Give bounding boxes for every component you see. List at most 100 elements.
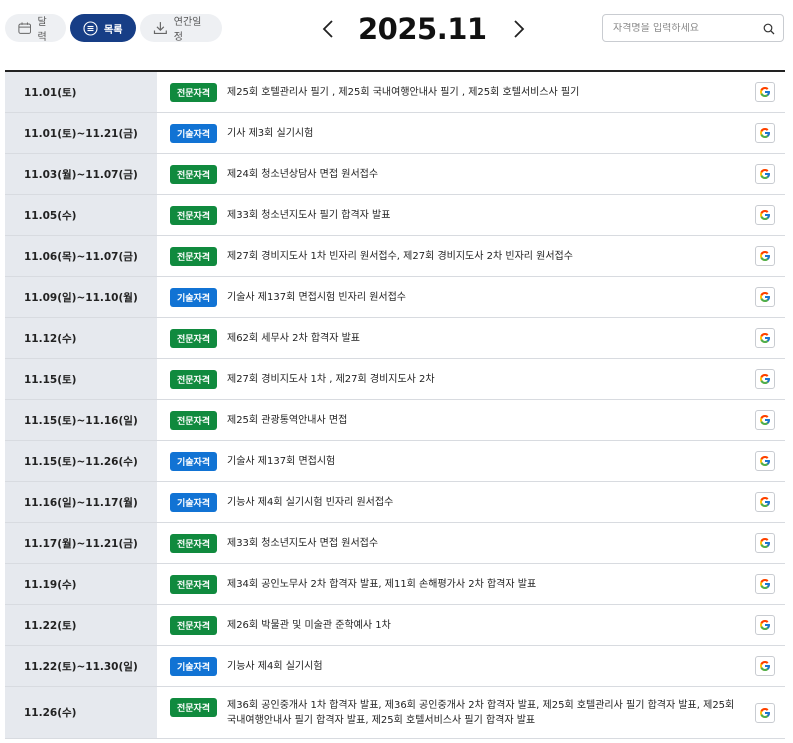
google-calendar-icon <box>760 661 770 671</box>
category-badge: 전문자격 <box>170 369 217 389</box>
google-calendar-icon <box>760 415 770 425</box>
row-date: 11.26(수) <box>5 687 157 738</box>
add-google-calendar-button[interactable] <box>755 451 775 471</box>
row-date: 11.05(수) <box>5 195 157 235</box>
category-badge: 전문자격 <box>170 533 217 553</box>
row-content: 기술자격 기능사 제4회 실기시험 <box>157 646 785 686</box>
month-navigation: 2025.11 <box>320 8 527 50</box>
search-box <box>602 14 784 42</box>
row-title[interactable]: 기술사 제137회 면접시험 <box>227 454 739 469</box>
row-title[interactable]: 제26회 박물관 및 미술관 준학예사 1차 <box>227 618 739 633</box>
table-row: 11.03(월)~11.07(금) 전문자격 제24회 청소년상담사 면접 원서접수 <box>5 154 785 195</box>
row-date: 11.16(일)~11.17(월) <box>5 482 157 522</box>
table-row: 11.15(토)~11.26(수) 기술자격 기술사 제137회 면접시험 <box>5 441 785 482</box>
list-icon <box>83 20 98 36</box>
add-google-calendar-button[interactable] <box>755 246 775 266</box>
search-input[interactable] <box>613 22 763 34</box>
row-title[interactable]: 제33회 청소년지도사 면접 원서접수 <box>227 536 739 551</box>
add-google-calendar-button[interactable] <box>755 702 775 723</box>
add-google-calendar-button[interactable] <box>755 656 775 676</box>
add-google-calendar-button[interactable] <box>755 205 775 225</box>
google-calendar-icon <box>760 87 770 97</box>
search-icon[interactable] <box>763 23 775 35</box>
add-google-calendar-button[interactable] <box>755 369 775 389</box>
table-row: 11.15(토)~11.16(일) 전문자격 제25회 관광통역안내사 면접 <box>5 400 785 441</box>
row-content: 전문자격 제27회 경비지도사 1차 빈자리 원서접수, 제27회 경비지도사 2… <box>157 236 785 276</box>
row-title[interactable]: 제36회 공인중개사 1차 합격자 발표, 제36회 공인중개사 2차 합격자 … <box>227 698 739 728</box>
row-content: 전문자격 제26회 박물관 및 미술관 준학예사 1차 <box>157 605 785 645</box>
table-row: 11.26(수) 전문자격 제36회 공인중개사 1차 합격자 발표, 제36회 공… <box>5 687 785 739</box>
category-badge: 전문자격 <box>170 82 217 102</box>
row-content: 전문자격 제24회 청소년상담사 면접 원서접수 <box>157 154 785 194</box>
add-google-calendar-button[interactable] <box>755 410 775 430</box>
row-content: 기술자격 기술사 제137회 면접시험 <box>157 441 785 481</box>
add-google-calendar-button[interactable] <box>755 82 775 102</box>
row-title[interactable]: 제62회 세무사 2차 합격자 발표 <box>227 331 739 346</box>
add-google-calendar-button[interactable] <box>755 164 775 184</box>
add-google-calendar-button[interactable] <box>755 328 775 348</box>
row-date: 11.17(월)~11.21(금) <box>5 523 157 563</box>
prev-month-button[interactable] <box>320 17 336 41</box>
list-view-label: 목록 <box>104 24 123 36</box>
category-badge: 기술자격 <box>170 492 217 512</box>
row-content: 전문자격 제62회 세무사 2차 합격자 발표 <box>157 318 785 358</box>
annual-schedule-button[interactable]: 연간일정 <box>140 14 222 43</box>
chevron-right-icon <box>513 20 524 38</box>
schedule-table: 11.01(토) 전문자격 제25회 호텔관리사 필기 , 제25회 국내여행안내사… <box>5 70 785 739</box>
add-google-calendar-button[interactable] <box>755 533 775 553</box>
google-calendar-icon <box>760 251 770 261</box>
category-badge: 전문자격 <box>170 328 217 348</box>
add-google-calendar-button[interactable] <box>755 615 775 635</box>
row-date: 11.03(월)~11.07(금) <box>5 154 157 194</box>
row-title[interactable]: 제25회 호텔관리사 필기 , 제25회 국내여행안내사 필기 , 제25회 호… <box>227 85 739 100</box>
add-google-calendar-button[interactable] <box>755 287 775 307</box>
download-icon <box>153 22 167 35</box>
google-calendar-icon <box>760 497 770 507</box>
row-title[interactable]: 제27회 경비지도사 1차 , 제27회 경비지도사 2차 <box>227 372 739 387</box>
month-title: 2025.11 <box>358 12 487 46</box>
table-row: 11.17(월)~11.21(금) 전문자격 제33회 청소년지도사 면접 원서접수 <box>5 523 785 564</box>
table-row: 11.15(토) 전문자격 제27회 경비지도사 1차 , 제27회 경비지도사 2… <box>5 359 785 400</box>
row-title[interactable]: 기능사 제4회 실기시험 빈자리 원서접수 <box>227 495 739 510</box>
row-title[interactable]: 제34회 공인노무사 2차 합격자 발표, 제11회 손해평가사 2차 합격자 … <box>227 577 739 592</box>
category-badge: 전문자격 <box>170 574 217 594</box>
table-row: 11.01(토) 전문자격 제25회 호텔관리사 필기 , 제25회 국내여행안내사… <box>5 72 785 113</box>
add-google-calendar-button[interactable] <box>755 123 775 143</box>
row-title[interactable]: 기능사 제4회 실기시험 <box>227 659 739 674</box>
table-row: 11.06(목)~11.07(금) 전문자격 제27회 경비지도사 1차 빈자리 원… <box>5 236 785 277</box>
row-title[interactable]: 제24회 청소년상담사 면접 원서접수 <box>227 167 739 182</box>
table-row: 11.19(수) 전문자격 제34회 공인노무사 2차 합격자 발표, 제11회 손… <box>5 564 785 605</box>
category-badge: 전문자격 <box>170 615 217 635</box>
google-calendar-icon <box>760 707 770 718</box>
category-badge: 전문자격 <box>170 698 217 717</box>
row-title[interactable]: 기술사 제137회 면접시험 빈자리 원서접수 <box>227 290 739 305</box>
row-title[interactable]: 제33회 청소년지도사 필기 합격자 발표 <box>227 208 739 223</box>
row-content: 전문자격 제36회 공인중개사 1차 합격자 발표, 제36회 공인중개사 2차 … <box>157 687 785 738</box>
category-badge: 전문자격 <box>170 246 217 266</box>
category-badge: 기술자격 <box>170 287 217 307</box>
google-calendar-icon <box>760 538 770 548</box>
add-google-calendar-button[interactable] <box>755 574 775 594</box>
row-title[interactable]: 기사 제3회 실기시험 <box>227 126 739 141</box>
row-date: 11.01(토) <box>5 72 157 112</box>
row-date: 11.06(목)~11.07(금) <box>5 236 157 276</box>
row-content: 전문자격 제27회 경비지도사 1차 , 제27회 경비지도사 2차 <box>157 359 785 399</box>
category-badge: 전문자격 <box>170 205 217 225</box>
google-calendar-icon <box>760 374 770 384</box>
row-date: 11.22(토)~11.30(일) <box>5 646 157 686</box>
google-calendar-icon <box>760 333 770 343</box>
view-toggle: 달력 목록 연간일정 <box>5 14 222 43</box>
list-view-button[interactable]: 목록 <box>70 14 136 42</box>
chevron-left-icon <box>322 20 333 38</box>
row-content: 기술자격 기술사 제137회 면접시험 빈자리 원서접수 <box>157 277 785 317</box>
row-title[interactable]: 제25회 관광통역안내사 면접 <box>227 413 739 428</box>
category-badge: 전문자격 <box>170 410 217 430</box>
google-calendar-icon <box>760 128 770 138</box>
calendar-view-button[interactable]: 달력 <box>5 14 66 43</box>
add-google-calendar-button[interactable] <box>755 492 775 512</box>
next-month-button[interactable] <box>511 17 527 41</box>
table-row: 11.01(토)~11.21(금) 기술자격 기사 제3회 실기시험 <box>5 113 785 154</box>
row-date: 11.15(토)~11.26(수) <box>5 441 157 481</box>
row-title[interactable]: 제27회 경비지도사 1차 빈자리 원서접수, 제27회 경비지도사 2차 빈자… <box>227 249 739 264</box>
google-calendar-icon <box>760 169 770 179</box>
